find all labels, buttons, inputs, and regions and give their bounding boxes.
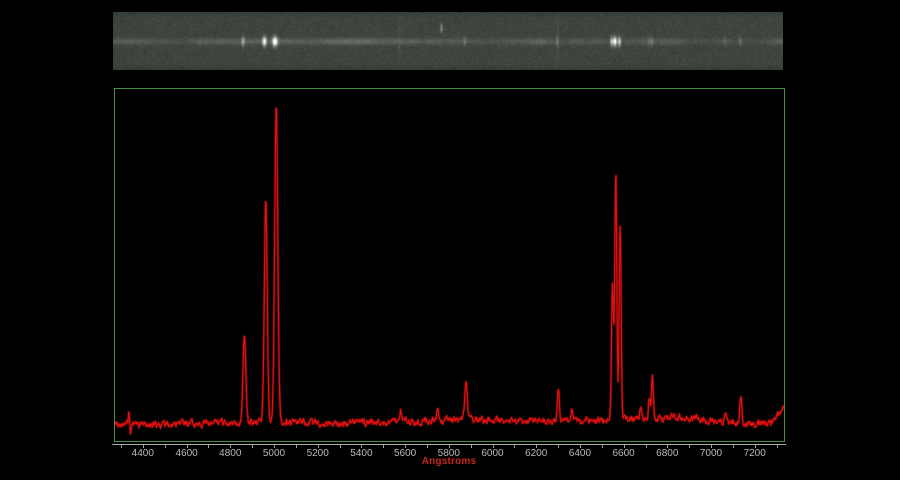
axis-tick-label: 5000 [257, 448, 291, 459]
axis-tick-label: 4600 [170, 448, 204, 459]
axis-tick-label: 6600 [607, 448, 641, 459]
axis-tick [536, 445, 537, 448]
axis-tick [514, 445, 515, 448]
axis-tick [143, 445, 144, 448]
axis-tick-label: 6800 [650, 448, 684, 459]
spectrum-trace-glow [115, 108, 784, 434]
axis-tick-label: 6400 [563, 448, 597, 459]
axis-tick [252, 445, 253, 448]
axis-tick [208, 445, 209, 448]
axis-tick [274, 445, 275, 448]
axis-tick [340, 445, 341, 448]
axis-tick [667, 445, 668, 448]
axis-tick [405, 445, 406, 448]
axis-tick-label: 7200 [738, 448, 772, 459]
axis-tick [383, 445, 384, 448]
axis-tick-label: 5400 [344, 448, 378, 459]
spectrum-image-strip [113, 12, 783, 70]
spectrum-plot-frame [114, 88, 785, 442]
axis-tick [449, 445, 450, 448]
screen: 4400460048005000520054005600580060006200… [0, 0, 900, 480]
axis-tick [165, 445, 166, 448]
axis-tick [318, 445, 319, 448]
axis-line [112, 444, 786, 445]
axis-tick [121, 445, 122, 448]
axis-tick [580, 445, 581, 448]
axis-tick [493, 445, 494, 448]
axis-tick [602, 445, 603, 448]
axis-tick [755, 445, 756, 448]
axis-tick-label: 4800 [213, 448, 247, 459]
axis-tick [187, 445, 188, 448]
axis-tick [646, 445, 647, 448]
axis-tick [733, 445, 734, 448]
axis-tick [711, 445, 712, 448]
axis-tick [689, 445, 690, 448]
axis-tick-label: 4400 [126, 448, 160, 459]
axis-tick-label: 6200 [519, 448, 553, 459]
axis-tick [230, 445, 231, 448]
axis-tick [558, 445, 559, 448]
spectrum-trace [115, 108, 784, 434]
axis-tick-label: 7000 [694, 448, 728, 459]
axis-tick [361, 445, 362, 448]
axis-tick-label: 5200 [301, 448, 335, 459]
axis-tick [471, 445, 472, 448]
spectrum-trace-svg [115, 89, 784, 441]
axis-tick [296, 445, 297, 448]
axis-tick [427, 445, 428, 448]
x-axis-label: Angstroms [399, 456, 499, 467]
axis-tick [777, 445, 778, 448]
axis-tick [624, 445, 625, 448]
